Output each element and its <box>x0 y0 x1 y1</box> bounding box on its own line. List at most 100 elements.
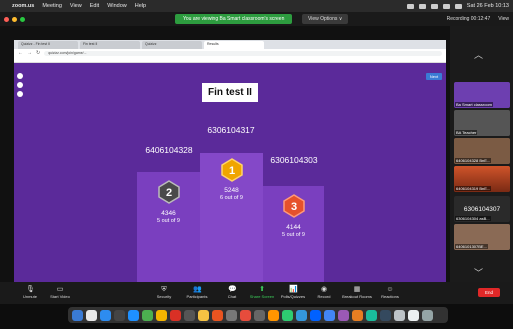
safari-icon[interactable] <box>128 309 139 321</box>
podium-2: 2 4346 5 out of 9 <box>137 172 200 282</box>
app-icon[interactable] <box>114 309 125 321</box>
app-icon[interactable] <box>268 309 279 321</box>
notes-icon[interactable] <box>198 309 209 321</box>
app-icon[interactable] <box>366 309 377 321</box>
participants-button[interactable]: 👥 Participants <box>181 286 213 299</box>
browser-tab[interactable]: Results <box>204 41 264 49</box>
app-icon[interactable] <box>226 309 237 321</box>
menu-meeting[interactable]: Meeting <box>42 3 62 9</box>
end-meeting-button[interactable]: End <box>478 288 500 297</box>
participant-name: 6406104319 BnE... <box>455 186 492 191</box>
finder-icon[interactable] <box>72 309 83 321</box>
shared-browser: Quizizz - Fin test II Fin test II Quiziz… <box>14 40 446 282</box>
wifi-icon[interactable] <box>442 3 450 9</box>
battery-icon[interactable] <box>454 3 462 9</box>
menu-help[interactable]: Help <box>135 3 146 9</box>
app-icon[interactable] <box>170 309 181 321</box>
maximize-icon[interactable] <box>20 16 25 22</box>
reactions-button[interactable]: ☺ Reactions <box>374 286 406 299</box>
downloads-icon[interactable] <box>408 309 419 321</box>
status-icon[interactable] <box>406 3 414 9</box>
participant-tile[interactable]: BA Teacher <box>454 110 510 136</box>
participant-tile[interactable]: 6306104307 6306104304 asB... <box>454 196 510 222</box>
reload-icon[interactable]: ↻ <box>36 50 40 56</box>
chat-label: Chat <box>227 294 237 299</box>
back-icon[interactable]: ← <box>18 50 23 56</box>
app-icon[interactable] <box>282 309 293 321</box>
close-icon[interactable] <box>4 16 9 22</box>
participant-name: 6406101307BE... <box>455 244 488 249</box>
window-controls <box>4 16 25 22</box>
podium-3-id: 6306104303 <box>270 155 318 165</box>
security-button[interactable]: ⛨ Security <box>148 286 180 299</box>
browser-tab[interactable]: Quizizz - Fin test II <box>18 41 78 49</box>
browser-tabs: Quizizz - Fin test II Fin test II Quiziz… <box>14 40 446 49</box>
clock[interactable]: Sat 26 Feb 10:13 <box>467 3 509 9</box>
minimize-icon[interactable] <box>12 16 17 22</box>
unmute-button[interactable]: 🎙 Unmute <box>14 286 46 299</box>
start-video-label: Start Video <box>50 294 70 299</box>
svg-text:3: 3 <box>290 201 296 213</box>
view-button[interactable]: View <box>498 16 509 22</box>
dock-apps <box>68 307 448 323</box>
url-field[interactable]: quizizz.com/join/game/... <box>44 50 442 56</box>
app-icon[interactable] <box>184 309 195 321</box>
participant-name: 6306104304 asB... <box>455 216 491 221</box>
app-icon[interactable] <box>310 309 321 321</box>
menu-edit[interactable]: Edit <box>90 3 99 9</box>
participant-tile[interactable]: 6406101307BE... <box>454 224 510 250</box>
unmute-label: Unmute <box>22 294 37 299</box>
next-button[interactable]: Next <box>426 73 442 80</box>
start-video-button[interactable]: ▭ Start Video <box>44 286 76 299</box>
zoom-app-icon[interactable] <box>100 309 111 321</box>
view-options-button[interactable]: View Options ∨ <box>302 14 349 24</box>
browser-tab[interactable]: Fin test II <box>80 41 140 49</box>
settings-icon[interactable] <box>17 73 23 79</box>
participant-tile[interactable]: 6406104328 BnE... <box>454 138 510 164</box>
browser-tab[interactable]: Quizizz <box>142 41 202 49</box>
app-icon[interactable] <box>380 309 391 321</box>
settings-app-icon[interactable] <box>254 309 265 321</box>
share-icon: ⬆ <box>259 286 265 293</box>
messages-icon[interactable] <box>142 309 153 321</box>
scroll-down-icon[interactable]: ﹀ <box>474 266 483 279</box>
music-icon[interactable] <box>17 82 23 88</box>
polls-label: Polls/Quizzes <box>280 294 306 299</box>
podium-1-result: 6 out of 9 <box>220 195 243 201</box>
app-icon[interactable] <box>394 309 405 321</box>
trash-icon[interactable] <box>422 309 433 321</box>
participant-tile[interactable]: Ba Smart classroom <box>454 82 510 108</box>
participant-tile[interactable]: 6406104319 BnE... <box>454 166 510 192</box>
status-icon[interactable] <box>430 3 438 9</box>
status-icon[interactable] <box>418 3 426 9</box>
record-button[interactable]: ◉ Record <box>308 286 340 299</box>
calendar-icon[interactable] <box>240 309 251 321</box>
reactions-icon: ☺ <box>386 286 394 293</box>
chrome-icon[interactable] <box>156 309 167 321</box>
zoom-toolbar: 🎙 Unmute ▭ Start Video ⛨ Security 👥 Part… <box>0 282 513 304</box>
app-icon[interactable] <box>324 309 335 321</box>
forward-icon[interactable]: → <box>27 50 32 56</box>
app-menu[interactable]: zoom.us <box>12 3 34 9</box>
app-icon[interactable] <box>296 309 307 321</box>
participant-name: Ba Smart classroom <box>455 102 494 107</box>
polls-icon: 📊 <box>289 286 298 293</box>
podium-3-result: 5 out of 9 <box>282 232 305 238</box>
app-icon[interactable] <box>352 309 363 321</box>
launchpad-icon[interactable] <box>86 309 97 321</box>
menu-window[interactable]: Window <box>107 3 127 9</box>
app-icon[interactable] <box>338 309 349 321</box>
svg-text:2: 2 <box>165 187 171 199</box>
app-icon[interactable] <box>212 309 223 321</box>
quiz-side-controls <box>17 73 23 97</box>
share-screen-button[interactable]: ⬆ Share Screen <box>246 286 278 299</box>
fullscreen-icon[interactable] <box>17 91 23 97</box>
rank-3-badge: 3 <box>282 194 305 218</box>
breakout-rooms-button[interactable]: ▦ Breakout Rooms <box>341 286 373 299</box>
polls-button[interactable]: 📊 Polls/Quizzes <box>277 286 309 299</box>
podium-1-id: 6306104317 <box>207 125 255 135</box>
scroll-up-icon[interactable]: ︿ <box>474 48 483 61</box>
menubar-status: Sat 26 Feb 10:13 <box>406 3 509 9</box>
menu-view[interactable]: View <box>70 3 82 9</box>
chat-button[interactable]: 💬 Chat <box>216 286 248 299</box>
